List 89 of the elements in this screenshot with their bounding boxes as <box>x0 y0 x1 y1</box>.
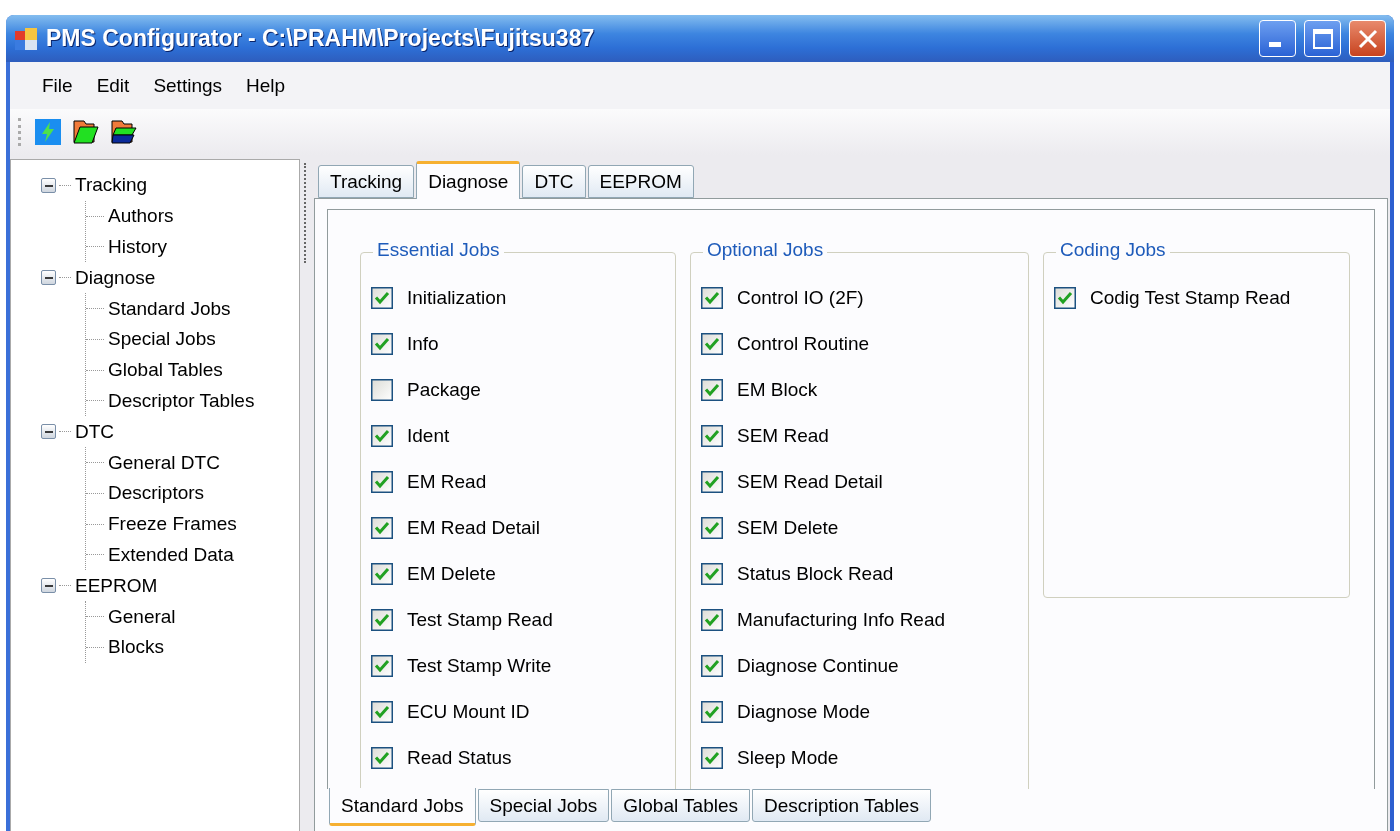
checkbox[interactable] <box>701 333 723 355</box>
window-title: PMS Configurator - C:\PRAHM\Projects\Fujitsu387 <box>46 25 596 52</box>
maximize-button[interactable] <box>1304 20 1341 57</box>
checkbox-label[interactable]: Ident <box>407 425 450 447</box>
checkbox[interactable] <box>701 701 723 723</box>
tree-item[interactable]: Global Tables <box>108 359 223 382</box>
tree-item[interactable]: Blocks <box>108 636 164 659</box>
folder-icon[interactable] <box>72 118 100 146</box>
checkbox-label[interactable]: Control IO (2F) <box>737 287 864 309</box>
tree-item[interactable]: Freeze Frames <box>108 513 237 536</box>
checkbox-label[interactable]: SEM Delete <box>737 517 839 539</box>
collapse-icon[interactable] <box>41 270 56 286</box>
close-button[interactable] <box>1349 20 1386 57</box>
checkbox-label[interactable]: Read Status <box>407 747 512 769</box>
open-folder-icon[interactable] <box>110 118 138 146</box>
tree-item[interactable]: Standard Jobs <box>108 297 231 320</box>
checkbox-label[interactable]: Sleep Mode <box>737 747 839 769</box>
tree-item[interactable]: General DTC <box>108 451 220 474</box>
checkbox[interactable] <box>371 333 393 355</box>
tab[interactable]: DTC <box>522 165 586 198</box>
checkbox-label[interactable]: Info <box>407 333 439 355</box>
tree-item[interactable]: Descriptors <box>108 482 205 505</box>
collapse-icon[interactable] <box>41 578 56 594</box>
tab[interactable]: EEPROM <box>587 165 694 198</box>
checkbox[interactable] <box>371 747 393 769</box>
checkbox[interactable] <box>1054 287 1076 309</box>
tree-item[interactable]: History <box>108 236 168 258</box>
checkbox-label[interactable]: Codig Test Stamp Read <box>1090 287 1291 309</box>
checkbox-label[interactable]: Test Stamp Write <box>407 655 552 677</box>
menu-item[interactable]: Edit <box>84 74 142 97</box>
checkbox-label[interactable]: Diagnose Mode <box>737 701 871 723</box>
checkbox-label[interactable]: SEM Read Detail <box>737 471 883 493</box>
tab[interactable]: Diagnose <box>416 161 521 199</box>
menu-item[interactable]: Settings <box>141 74 235 97</box>
checkbox[interactable] <box>371 517 393 539</box>
checkbox[interactable] <box>701 471 723 493</box>
tree-item[interactable]: EEPROM <box>75 574 158 597</box>
checkbox[interactable] <box>371 287 393 309</box>
checkbox-label[interactable]: Manufacturing Info Read <box>737 609 946 631</box>
checkbox-label[interactable]: SEM Read <box>737 425 829 447</box>
tab[interactable]: Global Tables <box>611 789 751 822</box>
maximize-icon <box>1311 27 1334 50</box>
tree-item[interactable]: Special Jobs <box>108 328 216 351</box>
checkbox-label[interactable]: EM Delete <box>407 563 496 585</box>
checkbox-label[interactable]: EM Read Detail <box>407 517 541 539</box>
collapse-icon[interactable] <box>41 177 56 193</box>
tree-item[interactable]: General <box>108 605 176 628</box>
checkbox[interactable] <box>701 517 723 539</box>
checkbox[interactable] <box>371 425 393 447</box>
checkbox[interactable] <box>371 655 393 677</box>
app-icon <box>14 26 38 51</box>
menu-item[interactable]: File <box>30 74 85 97</box>
tab[interactable]: Description Tables <box>752 789 931 822</box>
checkbox[interactable] <box>371 379 393 401</box>
checkbox[interactable] <box>701 747 723 769</box>
tab[interactable]: Tracking <box>318 165 415 198</box>
checkbox[interactable] <box>371 471 393 493</box>
checkbox[interactable] <box>701 425 723 447</box>
checkbox-label[interactable]: Diagnose Continue <box>737 655 899 677</box>
checkbox-label[interactable]: EM Block <box>737 379 818 401</box>
checkbox[interactable] <box>701 655 723 677</box>
lightning-icon[interactable] <box>34 118 62 146</box>
checkbox-label[interactable]: Package <box>407 379 481 401</box>
minimize-button[interactable] <box>1259 20 1296 57</box>
checkbox[interactable] <box>371 609 393 631</box>
checkbox[interactable] <box>371 563 393 585</box>
tree-item[interactable]: Diagnose <box>75 266 156 289</box>
checkbox[interactable] <box>371 701 393 723</box>
tree-item[interactable]: Tracking <box>75 174 148 197</box>
menu-item[interactable]: Help <box>234 74 298 97</box>
checkbox[interactable] <box>701 563 723 585</box>
checkbox-label[interactable]: Status Block Read <box>737 563 894 585</box>
checkbox-label[interactable]: Control Routine <box>737 333 870 355</box>
tree-item[interactable]: Extended Data <box>108 543 234 566</box>
checkbox[interactable] <box>701 287 723 309</box>
checkbox-label[interactable]: EM Read <box>407 471 487 493</box>
tab[interactable]: Standard Jobs <box>329 788 476 826</box>
collapse-icon[interactable] <box>41 424 56 440</box>
minimize-icon <box>1268 42 1281 47</box>
checkbox-label[interactable]: Test Stamp Read <box>407 609 553 631</box>
checkbox[interactable] <box>701 379 723 401</box>
tab[interactable]: Special Jobs <box>477 789 610 822</box>
checkbox-label[interactable]: Initialization <box>407 287 507 309</box>
tree-item[interactable]: Descriptor Tables <box>108 389 255 412</box>
tree-item[interactable]: Authors <box>108 205 174 228</box>
checkbox-label[interactable]: ECU Mount ID <box>407 701 530 723</box>
tree-item[interactable]: DTC <box>75 420 115 443</box>
close-icon <box>1356 27 1379 50</box>
checkbox[interactable] <box>701 609 723 631</box>
